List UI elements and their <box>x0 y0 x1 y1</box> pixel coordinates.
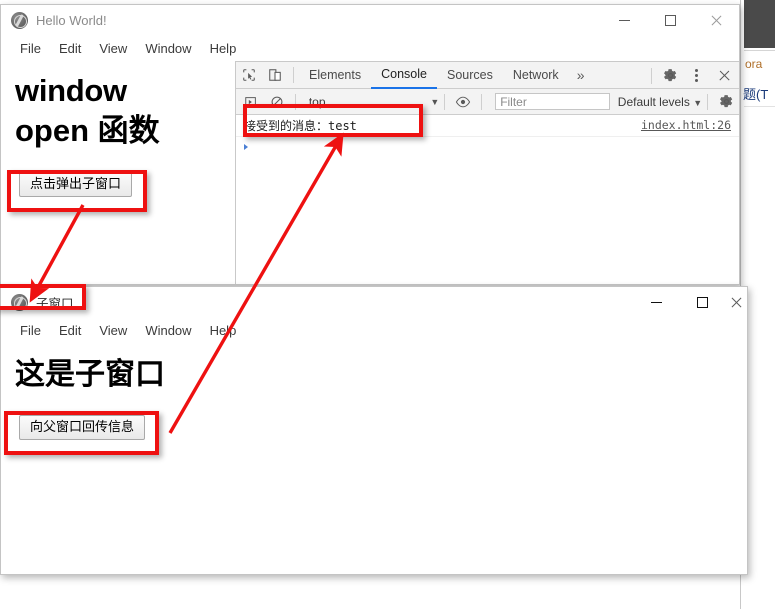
console-log-levels-value: Default levels <box>617 94 690 109</box>
close-devtools-button[interactable] <box>709 63 739 89</box>
console-filter-bar: top ▼ Filter Default levels ▼ <box>236 89 739 115</box>
menu-item-view[interactable]: View <box>90 39 136 58</box>
background-window-text-fragment-2: 题(T <box>743 87 769 102</box>
console-log-levels-selector[interactable]: Default levels ▼ <box>618 95 702 109</box>
menu-item-help[interactable]: Help <box>201 321 246 340</box>
console-settings-gear-icon <box>719 95 732 108</box>
clear-console-button[interactable] <box>264 89 290 115</box>
levels-chevron-down-icon: ▼ <box>693 97 703 108</box>
console-settings-button[interactable] <box>713 89 739 115</box>
context-chevron-down-icon[interactable]: ▼ <box>430 97 439 107</box>
close-devtools-icon <box>718 69 731 82</box>
filterbar-divider-1 <box>294 93 296 110</box>
tab-network[interactable]: Network <box>503 62 569 89</box>
menu-item-file[interactable]: File <box>11 39 50 58</box>
parent-window-titlebar[interactable]: Hello World! <box>1 5 739 35</box>
child-window-controls <box>633 287 747 317</box>
child-window-body: 这是子窗口 向父窗口回传信息 <box>1 343 747 574</box>
parent-window-controls <box>601 5 739 35</box>
toolbar-divider <box>293 67 294 83</box>
maximize-button[interactable] <box>679 287 725 317</box>
parent-page-content: window open 函数 点击弹出子窗口 <box>1 61 235 284</box>
tab-sources[interactable]: Sources <box>437 62 503 89</box>
filterbar-divider-3 <box>481 93 483 110</box>
live-expression-eye-icon <box>456 96 471 107</box>
maximize-icon <box>664 14 676 26</box>
console-context-selector[interactable]: top <box>301 95 431 109</box>
maximize-button[interactable] <box>647 5 693 35</box>
close-icon <box>710 14 723 27</box>
filterbar-divider-2 <box>444 93 446 110</box>
more-options-kebab-icon <box>688 69 704 82</box>
minimize-button[interactable] <box>633 287 679 317</box>
devtools-settings-button[interactable] <box>657 63 683 89</box>
page-heading-line-2: open 函数 <box>15 112 160 148</box>
clear-console-icon <box>271 96 283 107</box>
close-icon <box>730 296 743 309</box>
background-window-divider-2 <box>744 106 775 107</box>
child-window-title: 子窗口 <box>36 296 74 311</box>
device-toolbar-icon <box>269 69 281 81</box>
close-button[interactable] <box>693 5 739 35</box>
electron-atom-icon <box>11 11 28 29</box>
menu-item-file[interactable]: File <box>11 321 50 340</box>
open-child-window-button[interactable]: 点击弹出子窗口 <box>19 172 133 198</box>
minimize-icon <box>618 19 630 21</box>
more-tabs-button[interactable]: » <box>569 67 593 83</box>
tab-console[interactable]: Console <box>371 62 437 89</box>
close-button[interactable] <box>725 287 747 317</box>
console-filter-placeholder: Filter <box>500 94 527 109</box>
right-controls-divider <box>651 67 652 84</box>
menu-item-help[interactable]: Help <box>201 39 246 58</box>
create-live-expression-button[interactable] <box>450 89 476 115</box>
menu-item-window[interactable]: Window <box>136 39 200 58</box>
child-page-heading: 这是子窗口 <box>15 358 165 391</box>
background-window-titlebar <box>744 0 775 48</box>
child-window: 子窗口 File Edit View Window Help 这是子窗口 向父窗… <box>0 286 748 575</box>
send-message-to-parent-button[interactable]: 向父窗口回传信息 <box>19 415 146 440</box>
parent-window-title: Hello World! <box>36 12 107 28</box>
parent-window-body: window open 函数 点击弹出子窗口 Elements Console … <box>1 61 739 284</box>
parent-window-menubar: File Edit View Window Help <box>1 35 739 61</box>
console-sidebar-toggle-button[interactable] <box>238 89 264 115</box>
background-window-divider <box>744 50 775 51</box>
console-context-value: top <box>308 94 326 109</box>
inspect-element-icon <box>243 69 255 81</box>
devtools-more-options-button[interactable] <box>683 63 709 89</box>
console-message-row[interactable]: 接受到的消息：test index.html:26 <box>236 115 739 137</box>
tab-elements[interactable]: Elements <box>299 62 371 89</box>
toggle-device-toolbar-button[interactable] <box>262 62 288 88</box>
parent-window: Hello World! File Edit View Window Help … <box>0 4 740 285</box>
devtools-panel: Elements Console Sources Network » top ▼… <box>235 61 739 284</box>
child-window-titlebar[interactable]: 子窗口 <box>1 287 747 317</box>
execute-step-icon <box>245 96 256 107</box>
background-window-text-fragment-1: ora <box>745 57 763 71</box>
maximize-icon <box>696 296 708 308</box>
menu-item-window[interactable]: Window <box>136 321 200 340</box>
settings-gear-icon <box>663 69 676 82</box>
page-heading-line-1: window <box>15 73 127 108</box>
minimize-icon <box>650 301 662 303</box>
console-prompt-row[interactable] <box>236 137 739 157</box>
filterbar-divider-4 <box>707 93 709 110</box>
minimize-button[interactable] <box>601 5 647 35</box>
devtools-tabbar: Elements Console Sources Network » <box>236 62 739 89</box>
menu-item-edit[interactable]: Edit <box>50 321 90 340</box>
console-filter-input[interactable]: Filter <box>495 93 610 110</box>
menu-item-edit[interactable]: Edit <box>50 39 90 58</box>
screenshot-root: ora 题(T Hello World! File Edit View Wind… <box>0 0 775 609</box>
console-message-text: 接受到的消息：test <box>244 119 357 133</box>
console-output[interactable]: 接受到的消息：test index.html:26 <box>236 115 739 284</box>
menu-item-view[interactable]: View <box>90 321 136 340</box>
devtools-tabbar-right-controls <box>646 62 739 89</box>
electron-atom-icon <box>11 293 28 311</box>
console-message-source-link[interactable]: index.html:26 <box>641 118 731 132</box>
inspect-element-button[interactable] <box>236 62 262 88</box>
child-window-menubar: File Edit View Window Help <box>1 317 747 343</box>
